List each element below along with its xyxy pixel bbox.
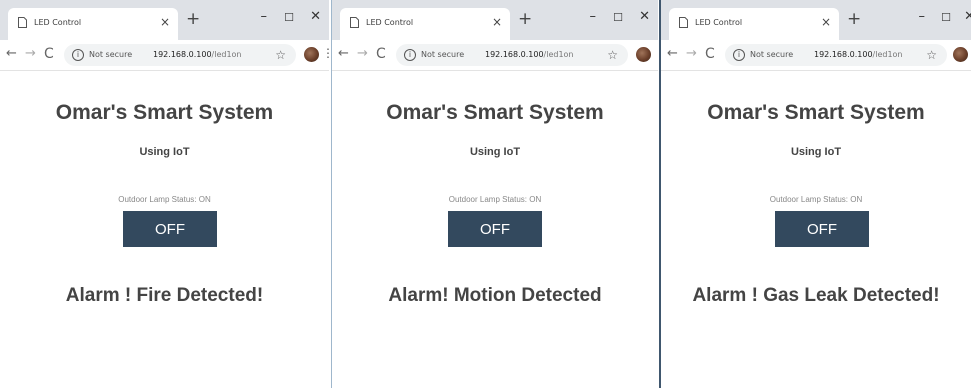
page-subheading: Using IoT [139, 146, 190, 158]
tab-close-icon[interactable]: × [492, 15, 502, 29]
bookmark-star-icon[interactable]: ☆ [607, 48, 618, 62]
page-heading: Omar's Smart System [707, 101, 925, 124]
new-tab-icon[interactable]: + [847, 11, 861, 28]
page-content: Omar's Smart System Using IoT Outdoor La… [661, 71, 971, 388]
url-text[interactable]: 192.168.0.100/led1on [814, 50, 903, 59]
url-text[interactable]: 192.168.0.100/led1on [153, 50, 242, 59]
menu-dots-icon[interactable]: ⋮ [654, 46, 658, 60]
url-host: 192.168.0.100 [153, 50, 212, 59]
info-icon[interactable]: i [72, 49, 84, 61]
lamp-off-button[interactable]: OFF [775, 211, 869, 247]
minimize-icon[interactable]: – [590, 10, 597, 24]
page-subheading: Using IoT [469, 146, 521, 158]
forward-arrow-icon[interactable]: → [357, 47, 368, 61]
page-icon [18, 17, 27, 28]
back-arrow-icon[interactable]: ← [338, 47, 349, 61]
address-bar[interactable]: i Not secure 192.168.0.100/led1on ☆ [396, 44, 628, 66]
page-content: Omar's Smart System Using IoT Outdoor La… [0, 71, 329, 388]
lamp-off-button[interactable]: OFF [123, 211, 217, 247]
browser-window-1: LED Control × + – ☐ ✕ ← → C i Not secure… [0, 0, 329, 388]
bookmark-star-icon[interactable]: ☆ [926, 48, 937, 62]
lamp-status-text: Outdoor Lamp Status: ON [769, 195, 863, 204]
bookmark-star-icon[interactable]: ☆ [275, 48, 286, 62]
tab-strip: LED Control × + – ☐ ✕ [661, 0, 971, 40]
browser-toolbar: ← → C i Not secure 192.168.0.100/led1on … [0, 40, 329, 71]
info-icon[interactable]: i [733, 49, 745, 61]
tab-strip: LED Control × + – ☐ ✕ [0, 0, 329, 40]
address-bar[interactable]: i Not secure 192.168.0.100/led1on ☆ [64, 44, 296, 66]
not-secure-label[interactable]: Not secure [750, 50, 793, 59]
maximize-icon[interactable]: ☐ [941, 11, 951, 25]
close-window-icon[interactable]: ✕ [964, 10, 971, 24]
address-bar[interactable]: i Not secure 192.168.0.100/led1on ☆ [725, 44, 947, 66]
back-arrow-icon[interactable]: ← [6, 47, 17, 61]
maximize-icon[interactable]: ☐ [613, 11, 623, 25]
alarm-message: Alarm ! Fire Detected! [65, 285, 264, 306]
minimize-icon[interactable]: – [261, 10, 268, 24]
forward-arrow-icon[interactable]: → [686, 47, 697, 61]
tab-close-icon[interactable]: × [160, 15, 170, 29]
browser-window-3: LED Control × + – ☐ ✕ ← → C i Not secure… [659, 0, 971, 388]
tab-strip: LED Control × + – ☐ ✕ [332, 0, 658, 40]
alarm-message: Alarm ! Gas Leak Detected! [692, 285, 940, 306]
reload-icon[interactable]: C [376, 47, 386, 61]
new-tab-icon[interactable]: + [518, 11, 532, 28]
profile-avatar[interactable] [636, 47, 651, 62]
page-heading: Omar's Smart System [386, 101, 604, 124]
browser-tab[interactable]: LED Control × [669, 8, 839, 40]
reload-icon[interactable]: C [44, 47, 54, 61]
url-path: /led1on [211, 50, 242, 59]
browser-tab[interactable]: LED Control × [8, 8, 178, 40]
url-path: /led1on [543, 50, 574, 59]
info-icon[interactable]: i [404, 49, 416, 61]
minimize-icon[interactable]: – [919, 10, 926, 24]
tab-title: LED Control [695, 18, 743, 27]
url-host: 192.168.0.100 [485, 50, 544, 59]
alarm-message: Alarm! Motion Detected [388, 285, 602, 306]
back-arrow-icon[interactable]: ← [667, 47, 678, 61]
maximize-icon[interactable]: ☐ [284, 11, 294, 25]
close-window-icon[interactable]: ✕ [310, 10, 321, 24]
page-icon [350, 17, 359, 28]
browser-window-2: LED Control × + – ☐ ✕ ← → C i Not secure… [331, 0, 658, 388]
url-text[interactable]: 192.168.0.100/led1on [485, 50, 574, 59]
close-window-icon[interactable]: ✕ [639, 10, 650, 24]
lamp-status-text: Outdoor Lamp Status: ON [118, 195, 211, 204]
page-subheading: Using IoT [790, 146, 842, 158]
not-secure-label[interactable]: Not secure [89, 50, 132, 59]
tab-close-icon[interactable]: × [821, 15, 831, 29]
reload-icon[interactable]: C [705, 47, 715, 61]
browser-toolbar: ← → C i Not secure 192.168.0.100/led1on … [661, 40, 971, 71]
lamp-off-button[interactable]: OFF [448, 211, 542, 247]
profile-avatar[interactable] [953, 47, 968, 62]
browser-tab[interactable]: LED Control × [340, 8, 510, 40]
new-tab-icon[interactable]: + [186, 11, 200, 28]
not-secure-label[interactable]: Not secure [421, 50, 464, 59]
forward-arrow-icon[interactable]: → [25, 47, 36, 61]
tab-title: LED Control [34, 18, 82, 27]
lamp-status-text: Outdoor Lamp Status: ON [448, 195, 542, 204]
url-host: 192.168.0.100 [814, 50, 873, 59]
browser-toolbar: ← → C i Not secure 192.168.0.100/led1on … [332, 40, 658, 71]
page-content: Omar's Smart System Using IoT Outdoor La… [332, 71, 658, 388]
url-path: /led1on [872, 50, 903, 59]
tab-title: LED Control [366, 18, 414, 27]
menu-dots-icon[interactable]: ⋮ [322, 46, 329, 60]
profile-avatar[interactable] [304, 47, 319, 62]
page-heading: Omar's Smart System [55, 101, 274, 124]
page-icon [679, 17, 688, 28]
